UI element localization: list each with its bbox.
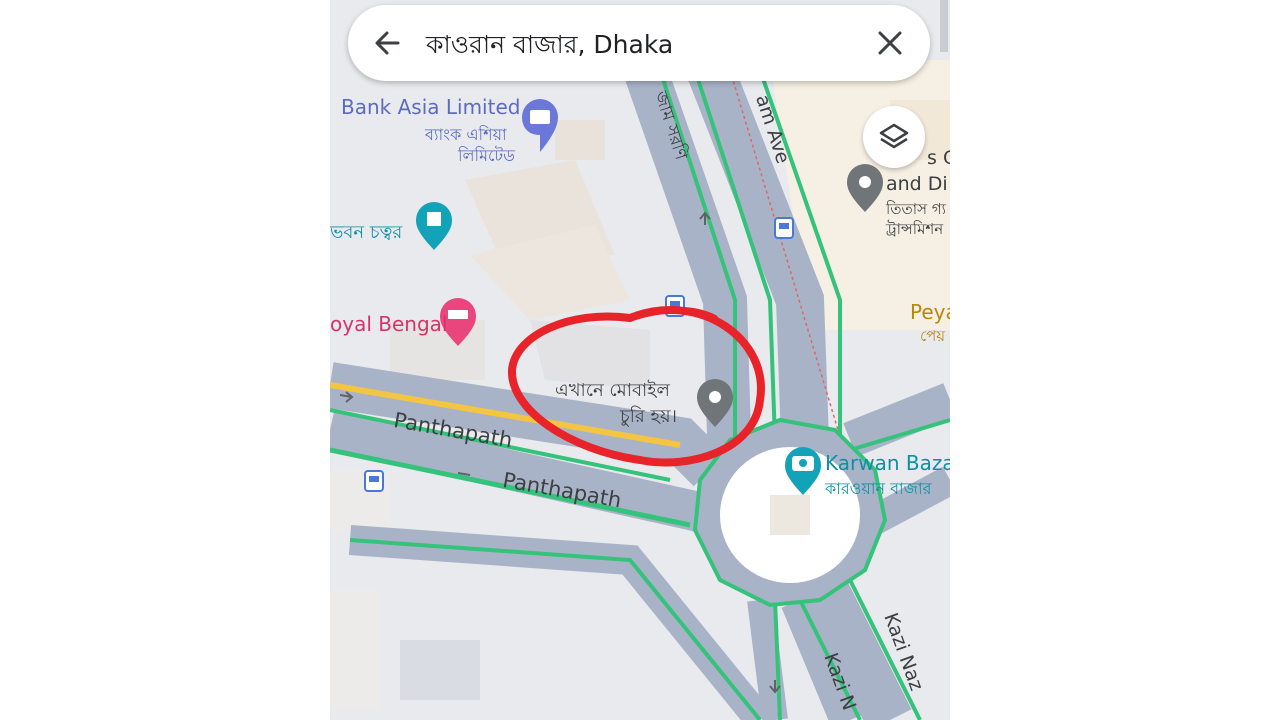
place-label-bank-asia-bn-2: লিমিটেড [458,146,515,165]
arrow-left-icon [375,31,400,55]
search-bar[interactable]: কাওরান বাজার, Dhaka [348,5,930,81]
phone-screen: Bank Asia Limited ব্যাংক এশিয়া লিমিটেড … [330,0,950,720]
building-block [330,590,380,710]
place-label-karwan-bazar-bn: কারওয়ান বাজার [825,479,932,498]
place-label-peya-bn: পেয় [920,327,946,345]
roundabout-building [770,495,810,535]
place-label-karwan-bazar[interactable]: Karwan Baza [825,451,950,475]
back-button[interactable] [368,23,408,63]
place-label-royal-bengal[interactable]: oyal Bengal [330,312,447,336]
annotation-label-2: চুরি হয়। [620,406,677,427]
place-label-titas-bn-2: ট্রান্সমিশন [886,220,944,238]
clear-search-button[interactable] [870,23,910,63]
building-block [400,640,480,700]
place-label-bank-asia[interactable]: Bank Asia Limited [341,95,520,119]
layers-button[interactable] [863,106,925,168]
search-input[interactable]: কাওরান বাজার, Dhaka [426,25,673,68]
place-label-peya[interactable]: Peya [910,300,950,324]
bus-stop-icon [364,470,384,492]
place-label-titas-en-1[interactable]: s G [927,147,950,169]
place-label-titas-en-2[interactable]: and Di [886,173,948,195]
scroll-indicator [940,0,948,52]
road-south [747,598,788,720]
place-label-bhaban-chattar[interactable]: ভবন চত্বর [330,218,402,249]
bus-stop-icon [774,217,794,239]
layers-icon [879,123,909,149]
close-icon [878,31,902,55]
map-canvas[interactable]: Bank Asia Limited ব্যাংক এশিয়া লিমিটেড … [330,0,950,720]
building-block [555,120,605,160]
